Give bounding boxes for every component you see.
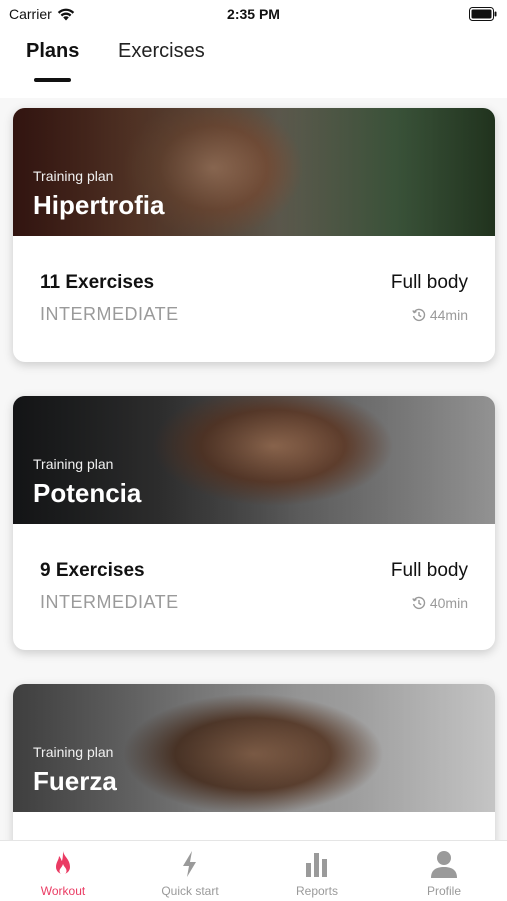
duration-label: 40min: [429, 595, 468, 611]
nav-workout[interactable]: Workout: [0, 841, 126, 901]
active-tab-indicator: [34, 78, 71, 82]
exercise-count: 9 Exercises: [40, 560, 145, 581]
history-clock-icon: [412, 308, 425, 322]
status-bar: Carrier 2:35 PM: [0, 0, 507, 28]
bottom-navigation: Workout Quick start Reports Profile: [0, 840, 507, 901]
nav-label: Profile: [426, 884, 461, 898]
nav-label: Workout: [40, 884, 86, 898]
plan-level: INTERMEDIATE: [40, 592, 179, 612]
bar-chart-icon: [306, 853, 327, 877]
plan-title: Hipertrofia: [33, 190, 165, 220]
nav-quick-start[interactable]: Quick start: [127, 841, 253, 901]
nav-label: Quick start: [161, 884, 219, 898]
plan-level: INTERMEDIATE: [40, 304, 179, 324]
history-clock-icon: [412, 596, 425, 610]
nav-reports[interactable]: Reports: [254, 841, 380, 901]
plan-card-fuerza[interactable]: Training plan Fuerza: [13, 684, 495, 840]
plan-duration: 40min: [412, 595, 468, 611]
plan-title: Potencia: [33, 478, 142, 508]
plan-subtitle: Training plan: [33, 456, 114, 472]
plan-image: Training plan Hipertrofia: [13, 108, 495, 236]
nav-profile[interactable]: Profile: [381, 841, 507, 901]
plans-list: Training plan Hipertrofia 11 Exercises I…: [0, 98, 507, 840]
plan-card-hipertrofia[interactable]: Training plan Hipertrofia 11 Exercises I…: [13, 108, 495, 362]
person-icon: [431, 851, 457, 878]
plan-subtitle: Training plan: [33, 744, 114, 760]
exercise-count: 11 Exercises: [40, 272, 155, 293]
lightning-icon: [183, 851, 196, 877]
plan-tabs: Plans Exercises: [0, 28, 507, 98]
plan-duration: 44min: [412, 307, 468, 323]
plan-image: Training plan Fuerza: [13, 684, 495, 812]
tab-plans[interactable]: Plans: [26, 40, 79, 63]
battery-icon: [469, 7, 497, 21]
plan-target: Full body: [390, 560, 468, 581]
tab-exercises[interactable]: Exercises: [118, 40, 205, 63]
nav-label: Reports: [295, 884, 339, 898]
flame-icon: [56, 851, 70, 875]
plan-title: Fuerza: [33, 766, 117, 796]
plan-target: Full body: [390, 272, 468, 293]
plan-card-potencia[interactable]: Training plan Potencia 9 Exercises INTER…: [13, 396, 495, 650]
plan-image: Training plan Potencia: [13, 396, 495, 524]
clock-time: 2:35 PM: [227, 6, 280, 22]
duration-label: 44min: [429, 307, 468, 323]
plan-subtitle: Training plan: [33, 168, 114, 184]
